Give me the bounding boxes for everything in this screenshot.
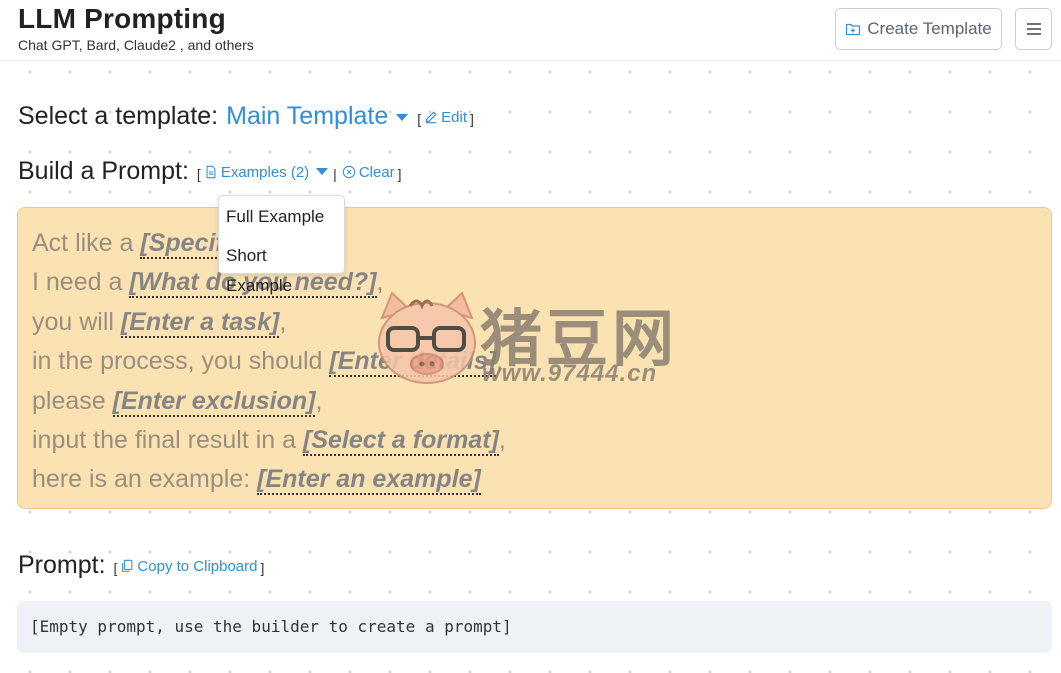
exclusion-field[interactable]: [Enter exclusion] — [112, 386, 316, 417]
example-field[interactable]: [Enter an example] — [257, 465, 481, 496]
template-select-row: Select a template: Main Template [ Edit … — [18, 102, 474, 131]
menu-item-short-example[interactable]: Short Example — [219, 241, 344, 295]
menu-button[interactable] — [1015, 8, 1052, 50]
edit-label: Edit — [441, 108, 467, 126]
format-field[interactable]: [Select a format] — [303, 425, 499, 456]
clear-circle-icon — [342, 165, 356, 179]
edit-template-link[interactable]: Edit — [424, 109, 467, 126]
template-select-label: Select a template: — [18, 102, 219, 130]
folder-plus-icon — [846, 23, 861, 36]
build-prompt-row: Build a Prompt: [ Examples (2) | Clear ] — [18, 157, 402, 185]
app-title: LLM Prompting — [18, 3, 226, 34]
pencil-icon — [425, 111, 437, 124]
clear-link[interactable]: Clear — [342, 164, 395, 181]
builder-line: Act like a [Specify a role], — [32, 224, 1037, 263]
create-template-label: Create Template — [867, 19, 992, 38]
task-field[interactable]: [Enter a task] — [120, 307, 280, 338]
copy-to-clipboard-link[interactable]: Copy to Clipboard — [120, 557, 258, 575]
examples-dropdown-menu: Full Example Short Example — [218, 195, 345, 295]
builder-line: here is an example: [Enter an example] — [32, 465, 481, 496]
app-subtitle: Chat GPT, Bard, Claude2 , and others — [18, 37, 254, 53]
hamburger-icon — [1026, 23, 1041, 35]
menu-item-full-example[interactable]: Full Example — [219, 202, 344, 241]
builder-line: input the final result in a [Select a fo… — [32, 425, 506, 456]
caret-down-icon — [316, 167, 329, 175]
examples-dropdown-toggle[interactable]: Examples (2) — [204, 163, 329, 181]
prompt-row: Prompt: [ Copy to Clipboard ] — [18, 551, 265, 579]
pig-mascot-icon — [378, 291, 476, 384]
caret-down-icon[interactable] — [396, 114, 409, 121]
prompt-label: Prompt: — [18, 551, 106, 579]
watermark: 猪豆网 www.97444.cn — [372, 288, 692, 388]
app-header: LLM Prompting Chat GPT, Bard, Claude2 , … — [0, 0, 1061, 61]
copy-label: Copy to Clipboard — [137, 557, 258, 575]
examples-label: Examples (2) — [220, 163, 310, 181]
prompt-output[interactable]: [Empty prompt, use the builder to create… — [17, 601, 1052, 653]
watermark-url: www.97444.cn — [482, 360, 658, 387]
build-prompt-label: Build a Prompt: — [18, 157, 189, 185]
clipboard-icon — [122, 559, 133, 572]
template-dropdown[interactable]: Main Template — [226, 102, 388, 131]
document-icon — [206, 165, 216, 179]
clear-label: Clear — [358, 163, 395, 181]
create-template-button[interactable]: Create Template — [835, 8, 1002, 50]
